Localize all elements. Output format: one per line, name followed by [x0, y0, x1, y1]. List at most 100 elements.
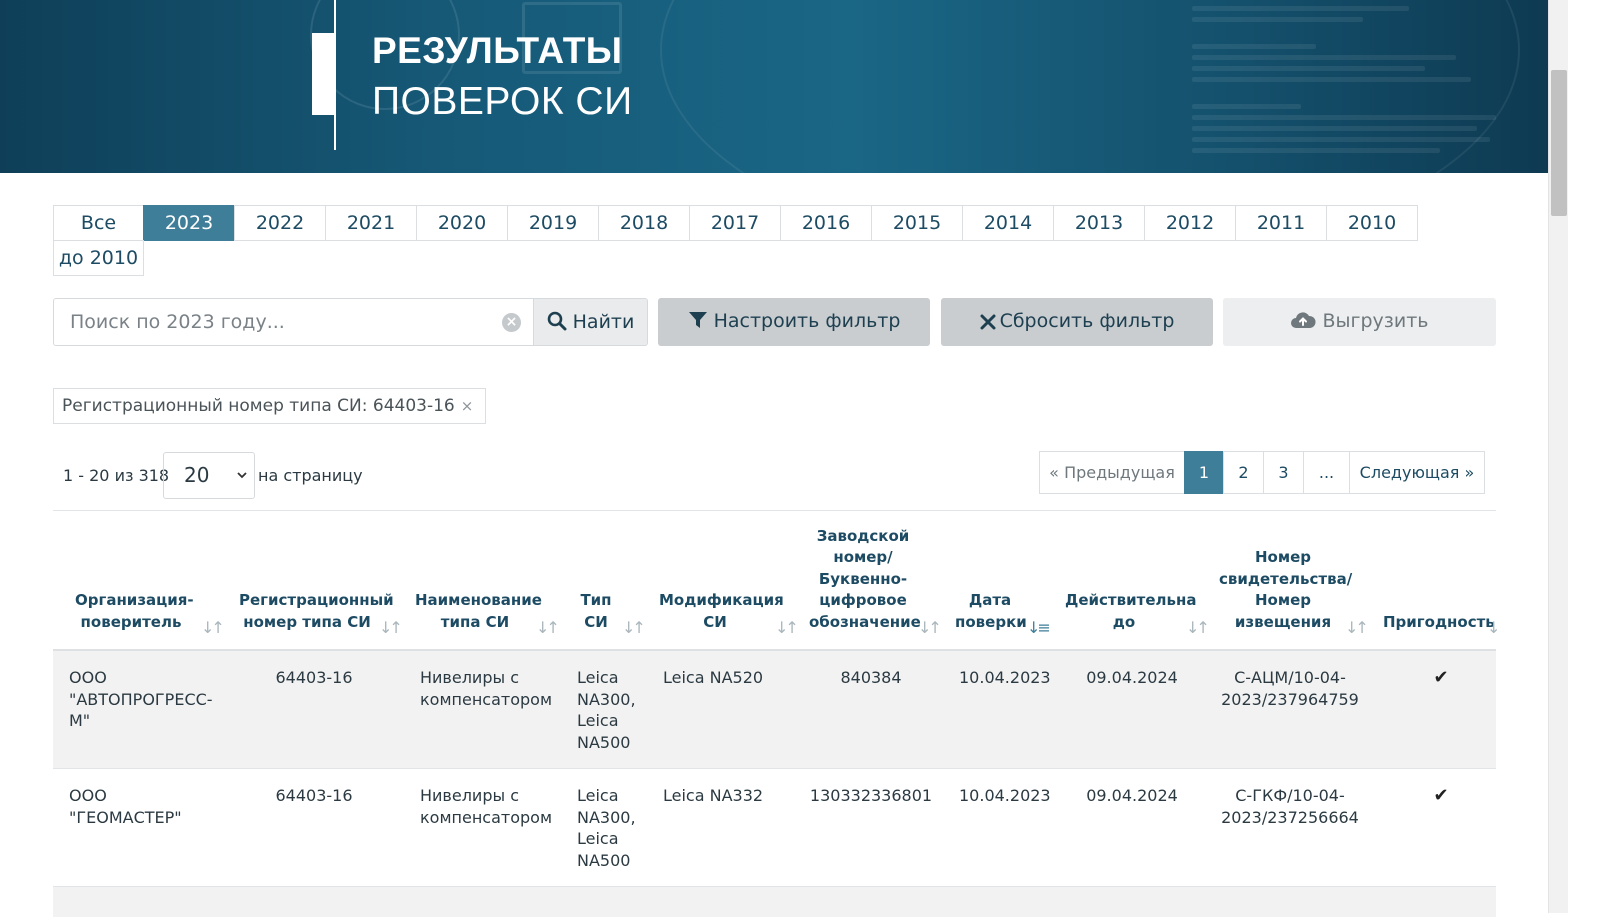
per-page-value: 20: [184, 463, 210, 487]
cloud-upload-icon: [1291, 312, 1316, 328]
tab-2011[interactable]: 2011: [1235, 205, 1327, 241]
col-header-date[interactable]: Дата поверки: [955, 590, 1027, 633]
cell-modification: Leica NA520: [663, 668, 764, 687]
reset-filter-label: Сбросить фильтр: [999, 310, 1175, 332]
checkmark-icon: ✔: [1433, 785, 1449, 806]
cell-reg-number: 64403-16: [275, 668, 353, 687]
col-header-type[interactable]: Тип СИ: [575, 590, 617, 633]
scrollbar-thumb[interactable]: [1551, 70, 1567, 216]
tab-2022[interactable]: 2022: [234, 205, 326, 241]
title-accent-line: [334, 0, 336, 150]
table-row[interactable]: ООО "АВТОПРОГРЕСС-М" 64403-16 Нивелиры с…: [53, 651, 1496, 769]
tab-2021[interactable]: 2021: [325, 205, 417, 241]
col-header-certificate[interactable]: Номер свидетельства/ Номер извещения: [1219, 547, 1352, 633]
double-chevron-right-icon: »: [1464, 463, 1475, 482]
double-chevron-left-icon: «: [1049, 463, 1059, 482]
title-accent-bar: [312, 33, 334, 115]
chevron-down-icon: [237, 472, 247, 479]
per-page-label: на страницу: [258, 466, 363, 485]
cell-serial: 130332336801: [809, 786, 933, 805]
tab-2020[interactable]: 2020: [416, 205, 508, 241]
find-button[interactable]: Найти: [533, 298, 648, 346]
sort-icon[interactable]: ↓↑: [536, 618, 560, 637]
page-title-line1: РЕЗУЛЬТАТЫ: [372, 30, 623, 71]
sort-icon[interactable]: ↓↑: [379, 618, 403, 637]
find-button-label: Найти: [572, 311, 635, 333]
sort-desc-icon[interactable]: ↓≡: [1027, 618, 1051, 637]
col-header-suitability[interactable]: Пригодность: [1383, 612, 1495, 634]
cell-serial: 840384: [840, 668, 902, 687]
tab-2023[interactable]: 2023: [143, 205, 235, 241]
sort-icon[interactable]: ↓↑: [1345, 618, 1369, 637]
cell-type-name: Нивелиры с компенсатором: [420, 786, 553, 827]
cell-date: 10.04.2023: [959, 786, 1051, 805]
table-header: Организация-поверитель ↓↑ Регистрационны…: [53, 511, 1501, 651]
sort-icon[interactable]: ↓↑: [1186, 618, 1210, 637]
col-header-type-name[interactable]: Наименование типа СИ: [415, 590, 542, 633]
configure-filter-button[interactable]: Настроить фильтр: [658, 298, 930, 346]
sort-icon[interactable]: ↓↑: [918, 618, 942, 637]
sort-icon[interactable]: ↓↑: [622, 618, 646, 637]
cell-date: 10.04.2023: [959, 668, 1051, 687]
table-row[interactable]: ООО "ГЕОМАСТЕР" 64403-16 Нивелиры с комп…: [53, 769, 1496, 887]
tab-2012[interactable]: 2012: [1144, 205, 1236, 241]
sort-icon[interactable]: ↓↑: [201, 618, 225, 637]
cell-type: Leica NA300, Leica NA500: [577, 668, 636, 752]
search-field: ×: [53, 298, 534, 346]
cell-certificate: С-АЦМ/10-04-2023/237964759: [1221, 668, 1359, 709]
prev-page-button[interactable]: « Предыдущая: [1039, 451, 1185, 494]
tab-2010[interactable]: 2010: [1326, 205, 1418, 241]
page-title-line2: ПОВЕРОК СИ: [372, 80, 633, 123]
cell-type-name: Нивелиры с компенсатором: [420, 668, 553, 709]
tab-2013[interactable]: 2013: [1053, 205, 1145, 241]
clear-search-icon[interactable]: ×: [502, 313, 521, 332]
configure-filter-label: Настроить фильтр: [713, 310, 901, 332]
cell-organization: ООО "ГЕОМАСТЕР": [69, 786, 182, 827]
tab-2017[interactable]: 2017: [689, 205, 781, 241]
tab-2016[interactable]: 2016: [780, 205, 872, 241]
magnifier-icon: [547, 311, 567, 331]
checkmark-icon: ✔: [1433, 667, 1449, 688]
export-label: Выгрузить: [1322, 310, 1429, 332]
next-page-button[interactable]: Следующая »: [1349, 451, 1485, 494]
tab-2018[interactable]: 2018: [598, 205, 690, 241]
funnel-icon: [688, 312, 707, 328]
search-input[interactable]: [54, 299, 484, 345]
sort-icon[interactable]: ↓: [1487, 618, 1501, 637]
results-table: Организация-поверитель ↓↑ Регистрационны…: [53, 510, 1501, 917]
cell-valid-until: 09.04.2024: [1086, 786, 1178, 805]
next-page-label: Следующая: [1359, 463, 1460, 482]
tab-2015[interactable]: 2015: [871, 205, 963, 241]
x-icon: [980, 314, 996, 330]
cell-valid-until: 09.04.2024: [1086, 668, 1178, 687]
hero-banner: РЕЗУЛЬТАТЫ ПОВЕРОК СИ: [0, 0, 1548, 173]
reset-filter-button[interactable]: Сбросить фильтр: [941, 298, 1213, 346]
tab-all[interactable]: Все: [53, 205, 144, 241]
cell-type: Leica NA300, Leica NA500: [577, 786, 636, 870]
page-1-button[interactable]: 1: [1184, 451, 1224, 494]
active-filter-label: Регистрационный номер типа СИ: 64403-16: [62, 396, 455, 416]
code-background-decor: [1192, 0, 1502, 159]
col-header-reg-number[interactable]: Регистрационный номер типа СИ: [239, 590, 394, 633]
cell-certificate: С-ГКФ/10-04-2023/237256664: [1221, 786, 1359, 827]
export-button[interactable]: Выгрузить: [1223, 298, 1496, 346]
cell-reg-number: 64403-16: [275, 786, 353, 805]
page-ellipsis: ...: [1303, 451, 1350, 494]
col-header-modification[interactable]: Модификация СИ: [659, 590, 784, 633]
active-filter-chip: Регистрационный номер типа СИ: 64403-16 ×: [53, 388, 487, 424]
sort-icon[interactable]: ↓↑: [775, 618, 799, 637]
prev-page-label: Предыдущая: [1064, 463, 1175, 482]
remove-filter-icon[interactable]: ×: [461, 397, 474, 415]
col-header-serial[interactable]: Заводской номер/ Буквенно-цифровое обозн…: [809, 526, 921, 634]
page-3-button[interactable]: 3: [1263, 451, 1304, 494]
col-header-valid-until[interactable]: Действительна до: [1065, 590, 1196, 633]
tab-before-2010[interactable]: до 2010: [53, 240, 144, 276]
page-scrollbar[interactable]: [1548, 0, 1568, 913]
tab-2014[interactable]: 2014: [962, 205, 1054, 241]
tab-2019[interactable]: 2019: [507, 205, 599, 241]
per-page-select[interactable]: 20: [163, 452, 255, 499]
results-range: 1 - 20 из 318: [63, 466, 170, 485]
col-header-organization[interactable]: Организация-поверитель: [75, 590, 194, 633]
page-2-button[interactable]: 2: [1223, 451, 1264, 494]
cell-modification: Leica NA332: [663, 786, 764, 805]
